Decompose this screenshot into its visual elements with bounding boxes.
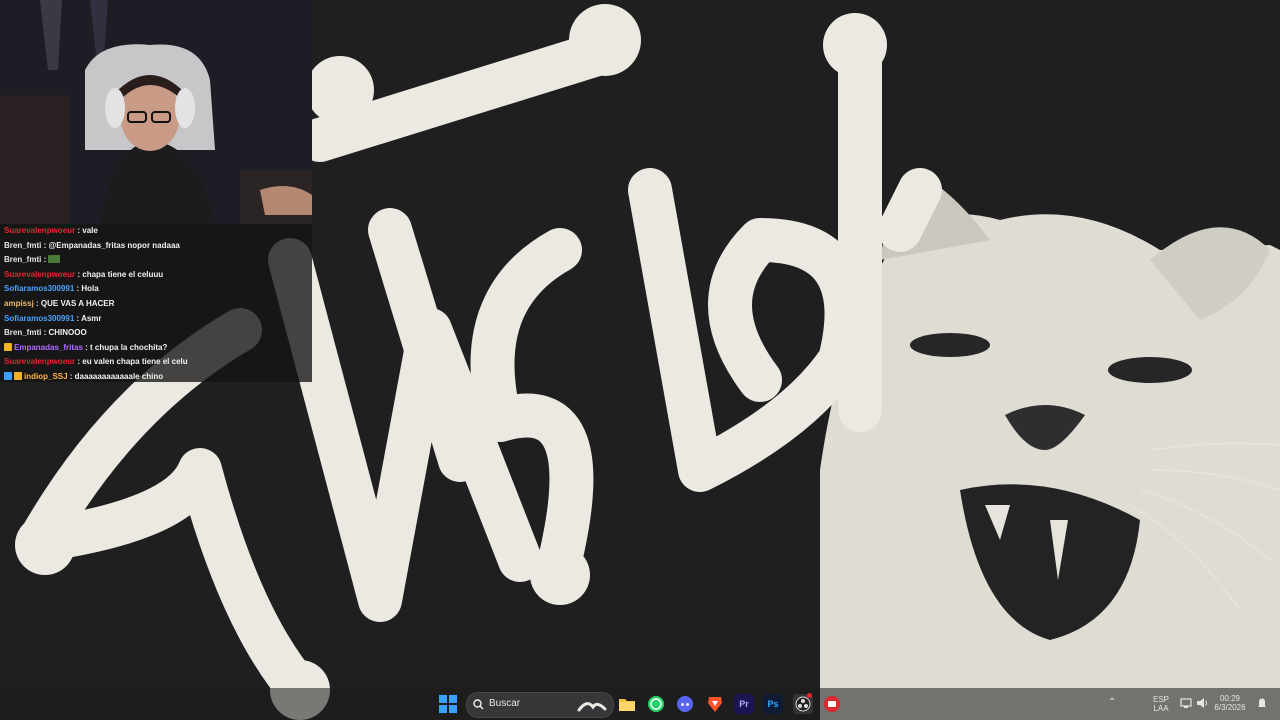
chat-username[interactable]: Sofiaramos300991 [4, 284, 74, 293]
chat-message: indiop_SSJ : daaaaaaaaaaaale chino [4, 370, 163, 384]
windows-start-icon[interactable] [438, 694, 458, 714]
chat-username[interactable]: Suarevalenpwoeur [4, 357, 75, 366]
clock[interactable]: 00:29 6/3/2026 [1214, 694, 1246, 712]
network-icon[interactable] [1180, 697, 1192, 711]
red-app-icon[interactable] [822, 694, 842, 714]
chat-separator: : [67, 372, 75, 381]
chat-message: Bren_fmti : @Empanadas_fritas nopor nada… [4, 239, 180, 253]
chat-text: Hola [81, 284, 99, 294]
chat-username[interactable]: Sofiaramos300991 [4, 314, 74, 323]
search-placeholder: Buscar [489, 698, 521, 709]
chat-separator: : [33, 299, 41, 308]
chevron-up-icon[interactable]: ⌃ [1108, 698, 1116, 708]
chat-username[interactable]: indiop_SSJ [24, 372, 68, 381]
notification-dot-icon [807, 693, 812, 698]
chat-text: QUE VAS A HACER [40, 299, 115, 308]
chat-text: @Empanadas_fritas nopor nadaaa [48, 240, 180, 250]
chat-text: daaaaaaaaaaaale chino [74, 372, 164, 381]
taskbar: Buscar Pr Ps ⌃ ESP LAA 00:29 6/3/2026 [0, 688, 1280, 720]
chat-username[interactable]: ampissj [4, 299, 34, 308]
photoshop-icon[interactable]: Ps [763, 694, 783, 714]
search-input[interactable]: Buscar [466, 692, 614, 718]
chat-text: chapa tiene el celuuu [82, 269, 164, 279]
file-explorer-icon[interactable] [617, 694, 637, 714]
chat-message: Sofiaramos300991 : Hola [4, 282, 99, 296]
chat-username[interactable]: Suarevalenpwoeur [4, 270, 75, 279]
chat-username[interactable]: Bren_fmti [4, 328, 41, 337]
chat-separator: : [82, 342, 91, 352]
clock-time: 00:29 [1219, 694, 1241, 703]
notifications-icon[interactable] [1256, 697, 1268, 711]
chat-username[interactable]: Bren_fmti [4, 255, 41, 264]
language-layout: LAA [1153, 704, 1169, 713]
brave-browser-icon[interactable] [705, 694, 725, 714]
emote-icon [48, 255, 61, 264]
chat-text: t chupa la chochita? [90, 342, 168, 352]
chat-text: Asmr [81, 313, 102, 323]
language-code: ESP [1152, 695, 1169, 704]
chat-message: Empanadas_fritas : t chupa la chochita? [4, 341, 167, 355]
clock-date: 6/3/2026 [1214, 703, 1246, 712]
chat-badge-icon [14, 372, 22, 380]
whatsapp-icon[interactable] [646, 694, 666, 714]
search-highlight-icon [577, 702, 607, 712]
search-icon [473, 699, 484, 710]
premiere-pro-icon[interactable]: Pr [734, 694, 754, 714]
chat-text: eu valen chapa tiene el celu [82, 357, 188, 367]
volume-icon[interactable] [1196, 697, 1209, 711]
chat-message: Suarevalenpwoeur : eu valen chapa tiene … [4, 355, 188, 369]
webcam-overlay [0, 0, 312, 224]
chat-message: Suarevalenpwoeur : chapa tiene el celuuu [4, 268, 163, 282]
chat-separator: : [41, 255, 49, 265]
chat-text: vale [82, 226, 98, 235]
chat-username[interactable]: Empanadas_fritas [14, 343, 83, 352]
chat-message: Bren_fmti : CHINOOO [4, 326, 87, 340]
chat-message: ampissj : QUE VAS A HACER [4, 297, 114, 311]
chat-message: Bren_fmti : [4, 253, 62, 267]
chat-username[interactable]: Suarevalenpwoeur [4, 226, 75, 235]
subscriber-badge-icon [4, 342, 12, 351]
language-indicator[interactable]: ESP LAA [1150, 695, 1172, 713]
chat-overlay: Suarevalenpwoeur : vale Bren_fmti : @Empa… [0, 224, 312, 382]
chat-badge-icon [4, 372, 12, 380]
streamer-webcam-image [0, 0, 312, 224]
chat-username[interactable]: Bren_fmti [4, 241, 41, 250]
chat-text: CHINOOO [48, 328, 87, 338]
chat-message: Suarevalenpwoeur : vale [4, 224, 98, 238]
cat-image [820, 180, 1280, 720]
discord-icon[interactable] [675, 694, 695, 714]
chat-message: Sofiaramos300991 : Asmr [4, 312, 102, 326]
